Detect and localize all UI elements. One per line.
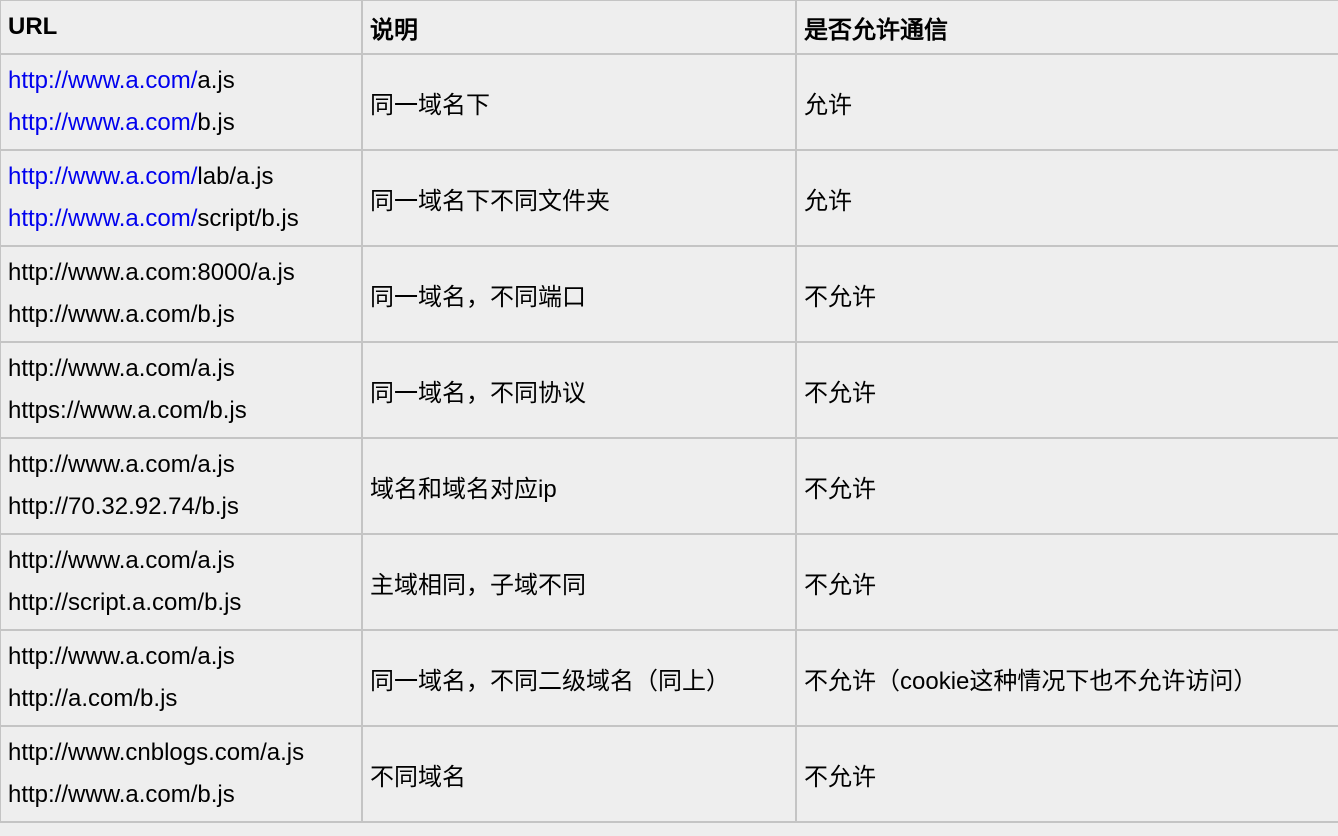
url-link[interactable]: http://www.a.com/: [8, 205, 197, 232]
url-text: http://70.32.92.74/b.js: [8, 493, 239, 520]
url-text: http://script.a.com/b.js: [8, 589, 242, 616]
url-cell: http://www.a.com/a.js http://script.a.com…: [0, 533, 363, 631]
description-cell: 域名和域名对应ip: [361, 437, 797, 535]
allowed-cell: 不允许: [795, 341, 1338, 439]
allowed-cell: 不允许: [795, 437, 1338, 535]
url-line: http://a.com/b.js: [8, 678, 354, 720]
table-row: http://www.a.com/a.js http://a.com/b.js 同一…: [0, 629, 1338, 727]
url-line: http://www.cnblogs.com/a.js: [8, 732, 354, 774]
url-cell: http://www.a.com/a.js http://www.a.com/b.…: [0, 53, 363, 151]
table-row: http://www.a.com/a.js http://70.32.92.74/…: [0, 437, 1338, 535]
url-line: http://www.a.com/a.js: [8, 636, 354, 678]
url-line: http://www.a.com/b.js: [8, 774, 354, 816]
same-origin-table: URL 说明 是否允许通信 http://www.a.com/a.js http:…: [0, 0, 1338, 823]
url-line: http://www.a.com/a.js: [8, 444, 354, 486]
allowed-cell: 允许: [795, 53, 1338, 151]
url-cell: http://www.a.com/a.js https://www.a.com/b…: [0, 341, 363, 439]
url-text: http://www.a.com/a.js: [8, 547, 235, 574]
url-line: http://www.a.com/lab/a.js: [8, 156, 354, 198]
description-cell: 主域相同，子域不同: [361, 533, 797, 631]
url-text: http://www.a.com/a.js: [8, 355, 235, 382]
url-text: lab/a.js: [197, 163, 274, 190]
url-text: http://www.a.com/a.js: [8, 451, 235, 478]
url-link[interactable]: http://www.a.com/: [8, 109, 197, 136]
url-link[interactable]: http://www.a.com/: [8, 67, 197, 94]
table-row: http://www.a.com/a.js http://script.a.com…: [0, 533, 1338, 631]
url-text: http://www.a.com:8000/a.js: [8, 259, 295, 286]
url-line: https://www.a.com/b.js: [8, 390, 354, 432]
url-text: http://www.a.com/b.js: [8, 301, 235, 328]
url-text: a.js: [197, 67, 235, 94]
url-line: http://www.a.com/a.js: [8, 60, 354, 102]
description-cell: 同一域名，不同协议: [361, 341, 797, 439]
url-line: http://www.a.com/a.js: [8, 348, 354, 390]
description-cell: 同一域名下不同文件夹: [361, 149, 797, 247]
table-row: http://www.cnblogs.com/a.js http://www.a.…: [0, 725, 1338, 823]
table-row: http://www.a.com/a.js https://www.a.com/b…: [0, 341, 1338, 439]
table-row: http://www.a.com/lab/a.js http://www.a.co…: [0, 149, 1338, 247]
table-row: http://www.a.com/a.js http://www.a.com/b.…: [0, 53, 1338, 151]
description-cell: 同一域名下: [361, 53, 797, 151]
url-text: http://a.com/b.js: [8, 685, 178, 712]
url-text: https://www.a.com/b.js: [8, 397, 247, 424]
url-line: http://www.a.com/a.js: [8, 540, 354, 582]
url-line: http://70.32.92.74/b.js: [8, 486, 354, 528]
header-description: 说明: [361, 0, 797, 55]
allowed-cell: 不允许（cookie这种情况下也不允许访问）: [795, 629, 1338, 727]
url-text: script/b.js: [197, 205, 299, 232]
url-line: http://www.a.com:8000/a.js: [8, 252, 354, 294]
url-cell: http://www.cnblogs.com/a.js http://www.a.…: [0, 725, 363, 823]
url-cell: http://www.a.com/lab/a.js http://www.a.co…: [0, 149, 363, 247]
url-line: http://www.a.com/b.js: [8, 102, 354, 144]
header-row: URL 说明 是否允许通信: [0, 0, 1338, 55]
allowed-cell: 不允许: [795, 245, 1338, 343]
url-line: http://script.a.com/b.js: [8, 582, 354, 624]
url-cell: http://www.a.com:8000/a.js http://www.a.c…: [0, 245, 363, 343]
table-row: http://www.a.com:8000/a.js http://www.a.c…: [0, 245, 1338, 343]
allowed-cell: 允许: [795, 149, 1338, 247]
url-text: b.js: [197, 109, 235, 136]
url-cell: http://www.a.com/a.js http://70.32.92.74/…: [0, 437, 363, 535]
url-cell: http://www.a.com/a.js http://a.com/b.js: [0, 629, 363, 727]
url-text: http://www.a.com/b.js: [8, 781, 235, 808]
description-cell: 同一域名，不同端口: [361, 245, 797, 343]
description-cell: 不同域名: [361, 725, 797, 823]
allowed-cell: 不允许: [795, 725, 1338, 823]
url-line: http://www.a.com/script/b.js: [8, 198, 354, 240]
url-text: http://www.cnblogs.com/a.js: [8, 739, 305, 766]
url-link[interactable]: http://www.a.com/: [8, 163, 197, 190]
description-cell: 同一域名，不同二级域名（同上）: [361, 629, 797, 727]
header-allowed: 是否允许通信: [795, 0, 1338, 55]
url-text: http://www.a.com/a.js: [8, 643, 235, 670]
header-url: URL: [0, 0, 363, 55]
url-line: http://www.a.com/b.js: [8, 294, 354, 336]
allowed-cell: 不允许: [795, 533, 1338, 631]
